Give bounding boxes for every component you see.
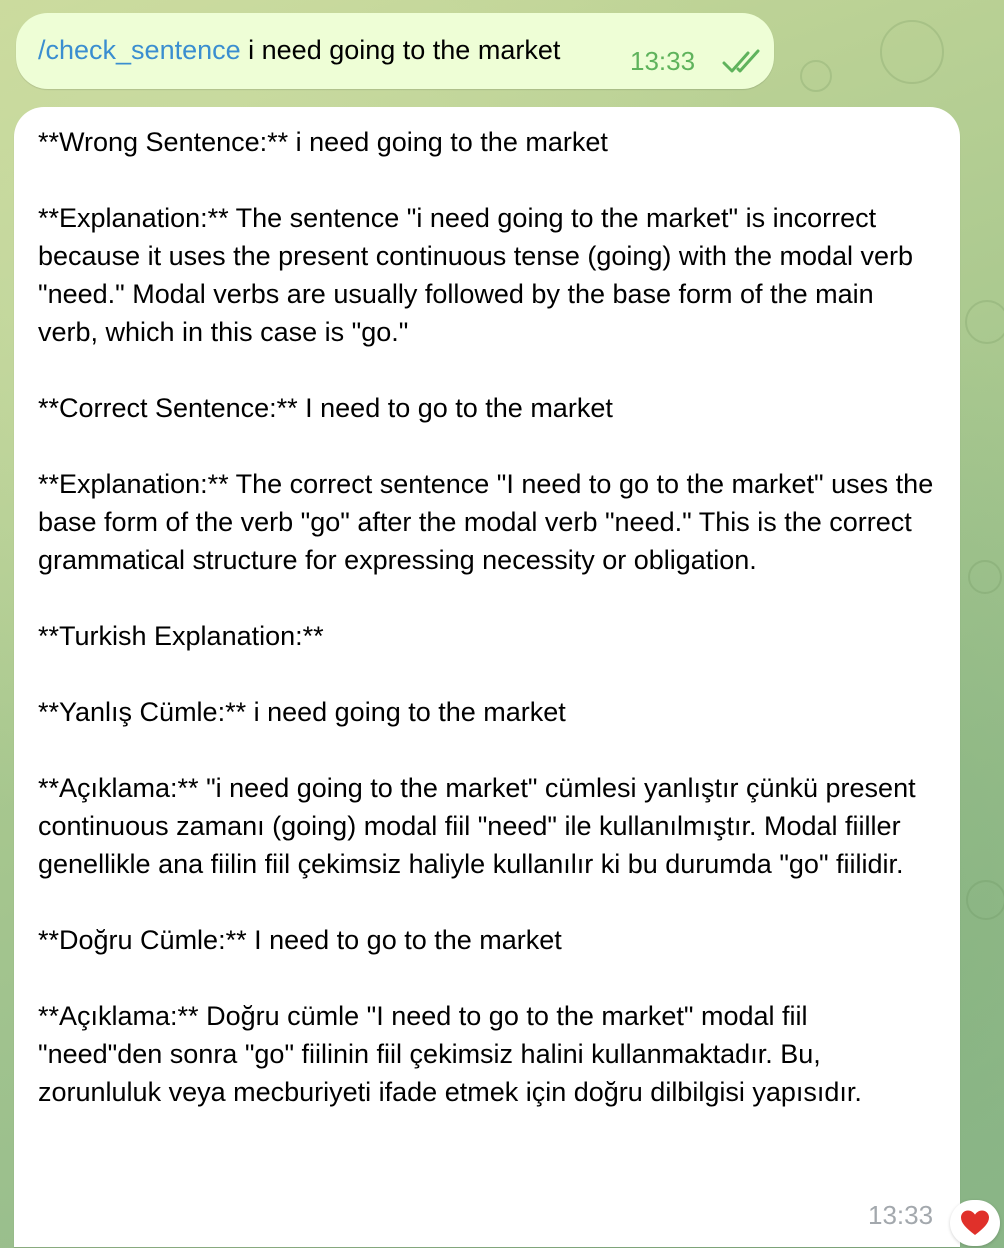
bot-command-link[interactable]: /check_sentence xyxy=(38,35,241,65)
message-paragraph: **Doğru Cümle:** I need to go to the mar… xyxy=(38,925,562,955)
incoming-message[interactable]: **Wrong Sentence:** i need going to the … xyxy=(14,107,960,1247)
incoming-timestamp: 13:33 xyxy=(868,1200,934,1230)
background-doodle xyxy=(968,560,1002,594)
background-doodle xyxy=(966,880,1004,920)
message-paragraph: **Explanation:** The correct sentence "I… xyxy=(38,469,934,575)
outgoing-message-text: /check_sentence i need going to the mark… xyxy=(38,35,560,66)
incoming-message-text: **Wrong Sentence:** i need going to the … xyxy=(38,123,938,1149)
message-paragraph: **Correct Sentence:** I need to go to th… xyxy=(38,393,613,423)
outgoing-message-body: i need going to the market xyxy=(240,35,561,65)
background-doodle xyxy=(800,60,832,92)
outgoing-timestamp: 13:33 xyxy=(630,46,696,76)
double-check-icon xyxy=(722,49,760,73)
message-paragraph: **Explanation:** The sentence "i need go… xyxy=(38,203,914,347)
background-doodle xyxy=(965,300,1004,344)
message-paragraph: **Açıklama:** Doğru cümle "I need to go … xyxy=(38,1001,862,1107)
message-paragraph: **Turkish Explanation:** xyxy=(38,621,324,651)
outgoing-message[interactable]: /check_sentence i need going to the mark… xyxy=(16,13,774,89)
message-paragraph: **Wrong Sentence:** i need going to the … xyxy=(38,127,608,157)
message-paragraph: **Yanlış Cümle:** i need going to the ma… xyxy=(38,697,566,727)
heart-icon xyxy=(961,1210,989,1235)
message-paragraph: **Açıklama:** "i need going to the marke… xyxy=(38,773,916,879)
heart-reaction-button[interactable] xyxy=(950,1200,1000,1246)
background-doodle xyxy=(880,20,944,84)
